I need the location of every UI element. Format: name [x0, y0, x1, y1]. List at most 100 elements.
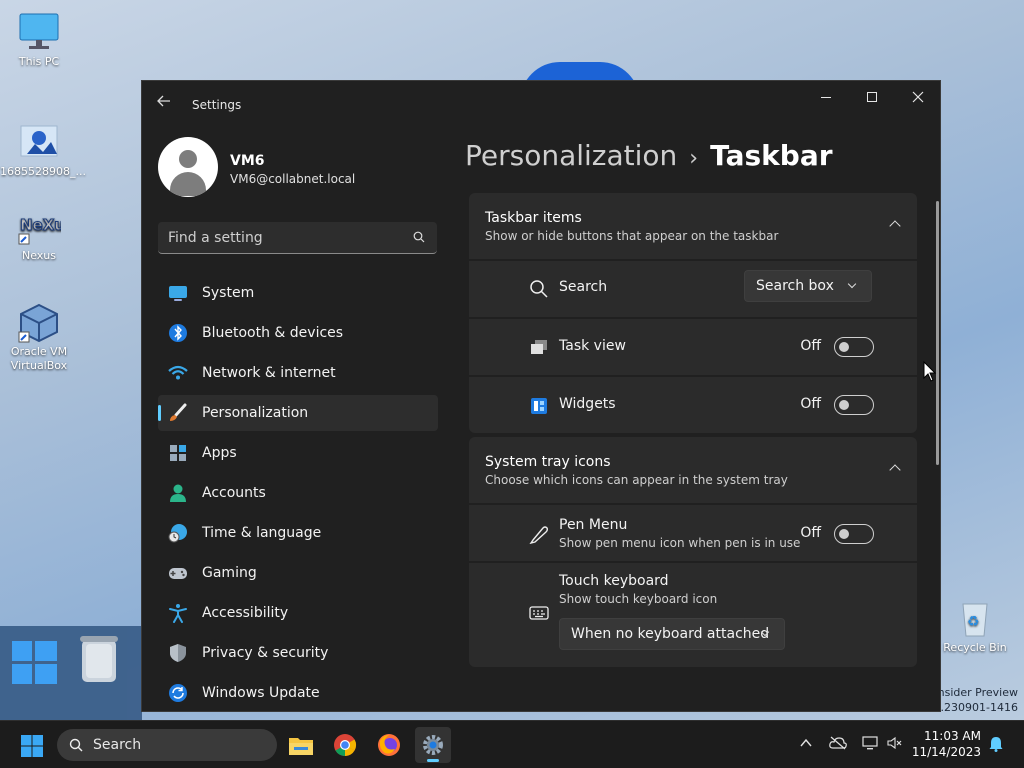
sidebar-item-label: Accessibility	[202, 605, 289, 621]
sidebar-item-network[interactable]: Network & internet	[158, 355, 438, 391]
desktop-icon-nexus[interactable]: NeXuS Nexus	[0, 206, 78, 263]
search-mode-dropdown[interactable]: Search box	[744, 270, 872, 302]
clock-time[interactable]: 11:03 AM	[924, 729, 981, 743]
back-button[interactable]	[156, 93, 174, 111]
widgets-icon	[531, 398, 547, 414]
taskbar-app-settings[interactable]	[415, 727, 451, 763]
maximize-icon	[867, 92, 877, 102]
desktop-icon-this-pc[interactable]: This PC	[0, 12, 78, 69]
firefox-icon	[378, 734, 400, 756]
sidebar-item-label: Accounts	[202, 485, 266, 501]
mouse-cursor-icon	[923, 360, 937, 387]
sidebar-item-bluetooth[interactable]: Bluetooth & devices	[158, 315, 438, 351]
find-setting-input[interactable]	[168, 228, 398, 248]
taskbar-items-header[interactable]: Taskbar items Show or hide buttons that …	[469, 193, 917, 259]
search-icon	[413, 231, 425, 243]
toggle-state: Off	[800, 525, 821, 541]
pen-menu-toggle[interactable]	[834, 524, 874, 544]
desktop-icon-label: Oracle VM VirtualBox	[10, 345, 68, 372]
back-arrow-icon	[157, 95, 170, 107]
desktop-icon-recycle-bin[interactable]: ♻ Recycle Bin	[936, 598, 1014, 655]
section-subtitle: Choose which icons can appear in the sys…	[485, 473, 788, 487]
windows-logo-icon	[21, 735, 43, 757]
avatar[interactable]	[158, 137, 218, 197]
setting-label: Search	[559, 279, 608, 295]
tray-network[interactable]	[862, 735, 878, 754]
tray-volume[interactable]	[887, 735, 903, 754]
close-button[interactable]	[895, 81, 940, 113]
pen-icon	[529, 526, 549, 544]
taskbar-app-file-explorer[interactable]	[283, 727, 319, 763]
minimize-button[interactable]	[803, 81, 849, 113]
dropdown-value: When no keyboard attached	[571, 626, 770, 642]
sidebar-item-label: Network & internet	[202, 365, 336, 381]
svg-text:NeXuS: NeXuS	[20, 216, 61, 234]
content-scrollbar[interactable]	[936, 201, 939, 465]
clock-date[interactable]: 11/14/2023	[912, 745, 981, 759]
volume-muted-icon	[887, 736, 902, 750]
sidebar-item-system[interactable]: System	[158, 275, 438, 311]
widgets-toggle[interactable]	[834, 395, 874, 415]
sidebar-item-privacy[interactable]: Privacy & security	[158, 635, 438, 671]
desktop-icon-label: Nexus	[21, 249, 56, 262]
sidebar-item-label: Privacy & security	[202, 645, 329, 661]
breadcrumb-parent[interactable]: Personalization	[465, 139, 677, 172]
sidebar-item-personalization[interactable]: Personalization	[158, 395, 438, 431]
sidebar-item-accounts[interactable]: Accounts	[158, 475, 438, 511]
desktop-icon-label: Recycle Bin	[943, 641, 1007, 654]
toggle-knob	[839, 342, 849, 352]
monitor-icon	[17, 12, 61, 52]
sidebar-item-gaming[interactable]: Gaming	[158, 555, 438, 591]
taskbar-app-firefox[interactable]	[371, 727, 407, 763]
personalization-icon	[168, 403, 188, 423]
task-view-toggle[interactable]	[834, 337, 874, 357]
setting-row-task-view: Task view Off	[469, 317, 917, 375]
title-bar: Settings	[142, 81, 940, 115]
setting-label: Pen Menu	[559, 517, 628, 533]
sidebar-item-windows-update[interactable]: Windows Update	[158, 675, 438, 711]
sidebar-item-time-language[interactable]: Time & language	[158, 515, 438, 551]
sidebar-item-apps[interactable]: Apps	[158, 435, 438, 471]
network-monitor-icon	[862, 736, 878, 750]
profile-email: VM6@collabnet.local	[230, 172, 356, 186]
setting-subtitle: Show touch keyboard icon	[559, 592, 718, 606]
find-setting-box[interactable]	[158, 222, 437, 254]
sidebar-item-accessibility[interactable]: Accessibility	[158, 595, 438, 631]
notifications-button[interactable]	[988, 736, 1004, 756]
taskbar-app-chrome[interactable]	[327, 727, 363, 763]
search-icon	[69, 738, 83, 752]
insider-watermark-line2: se.230901-1416	[928, 701, 1018, 714]
file-explorer-icon	[289, 738, 313, 755]
privacy-icon	[168, 643, 188, 663]
settings-content: Taskbar items Show or hide buttons that …	[469, 193, 917, 711]
system-tray-header[interactable]: System tray icons Choose which icons can…	[469, 437, 917, 503]
close-icon	[912, 91, 924, 103]
desktop-icon-virtualbox[interactable]: Oracle VM VirtualBox	[0, 302, 78, 373]
setting-row-touch-keyboard: Touch keyboard Show touch keyboard icon …	[469, 561, 917, 667]
setting-label: Task view	[559, 338, 626, 354]
windows-update-icon	[168, 683, 188, 703]
virtualbox-icon	[17, 302, 61, 343]
setting-label: Touch keyboard	[559, 573, 669, 589]
touch-keyboard-dropdown[interactable]: When no keyboard attached	[559, 618, 785, 650]
breadcrumb: Personalization › Taskbar	[465, 139, 833, 172]
tray-overflow-button[interactable]	[799, 735, 813, 754]
setting-row-pen-menu: Pen Menu Show pen menu icon when pen is …	[469, 503, 917, 561]
apps-icon	[168, 443, 188, 463]
sidebar-nav: System Bluetooth & devices Network & int…	[158, 275, 438, 711]
taskbar-search[interactable]: Search	[57, 729, 277, 761]
gaming-icon	[168, 563, 188, 583]
dropdown-value: Search box	[756, 278, 834, 294]
start-button[interactable]	[20, 734, 44, 758]
maximize-button[interactable]	[849, 81, 895, 113]
cloud-off-icon	[829, 736, 847, 750]
windows-logo-tile-icon	[12, 636, 118, 684]
sidebar-item-label: Bluetooth & devices	[202, 325, 344, 341]
search-icon	[530, 280, 548, 298]
sidebar-item-label: System	[202, 285, 255, 301]
svg-text:♻: ♻	[967, 614, 980, 630]
desktop-icon-image-file[interactable]: 1685528908_...	[0, 122, 86, 179]
tray-cloud[interactable]	[829, 735, 847, 754]
setting-subtitle: Show pen menu icon when pen is in use	[559, 536, 801, 550]
section-subtitle: Show or hide buttons that appear on the …	[485, 229, 779, 243]
